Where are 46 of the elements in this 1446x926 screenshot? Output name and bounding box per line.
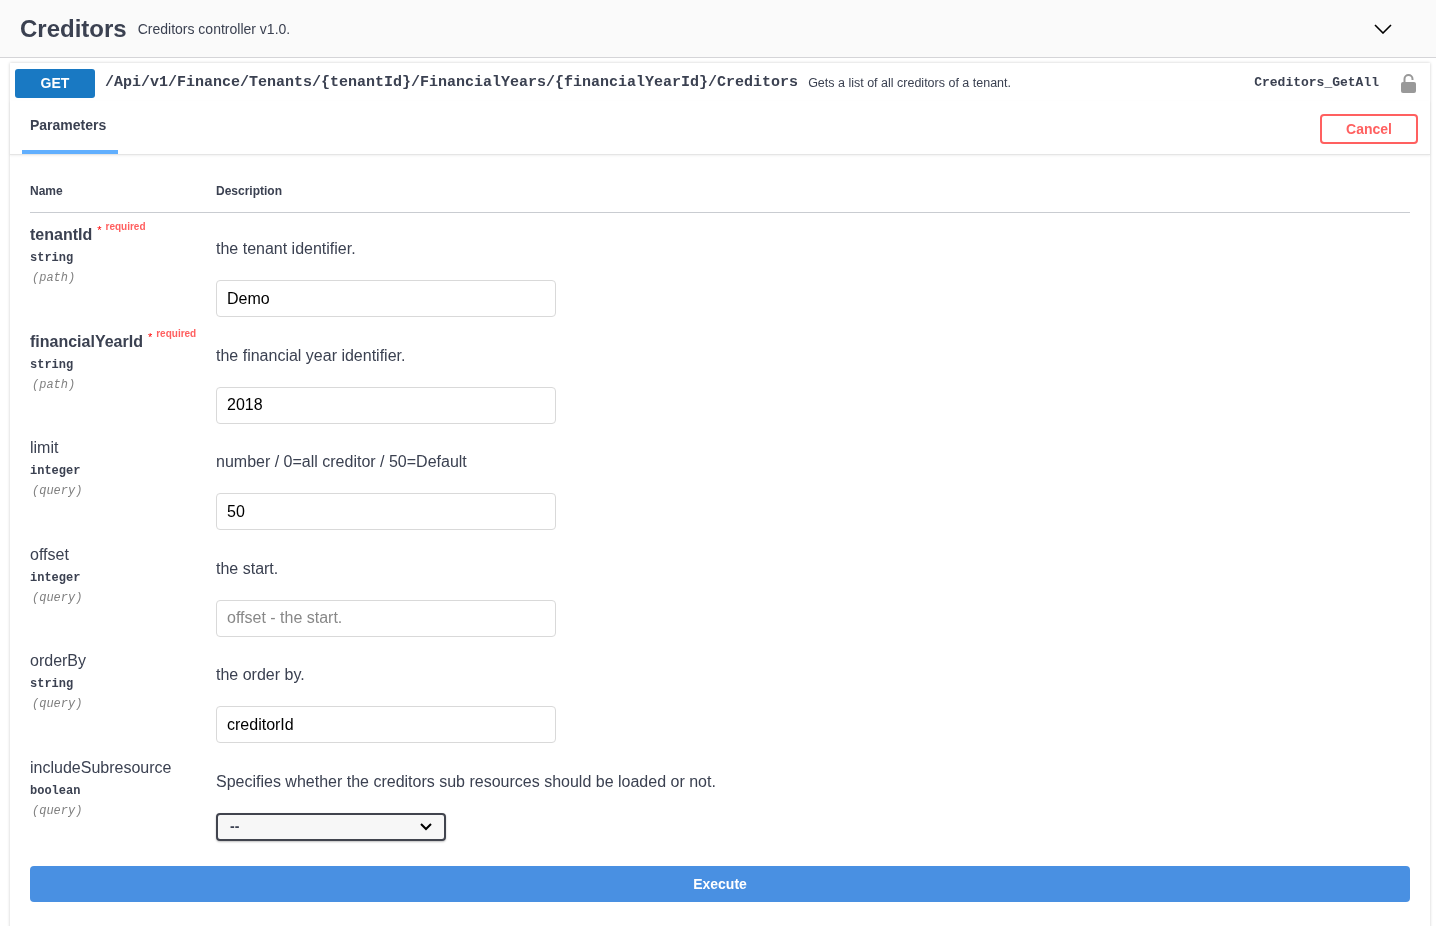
chevron-down-icon[interactable] bbox=[1374, 23, 1392, 34]
parameter-input[interactable]: Demo bbox=[216, 280, 556, 317]
parameter-location: (path) bbox=[32, 376, 77, 394]
parameter-type: boolean bbox=[30, 782, 82, 800]
parameter-type: integer bbox=[30, 463, 82, 480]
parameter-type: string bbox=[30, 250, 75, 267]
required-asterisk-label: * bbox=[97, 223, 102, 238]
required-label: required bbox=[156, 326, 197, 341]
column-header: Name bbox=[30, 183, 64, 200]
parameter-description: the financial year identifier. bbox=[216, 345, 407, 366]
boolean-select[interactable]: -- bbox=[216, 812, 446, 841]
parameter-name: orderBy bbox=[30, 651, 87, 671]
parameter-description: Specifies whether the creditors sub resources should be loaded or not. bbox=[216, 771, 716, 792]
parameter-name: includeSubresource bbox=[30, 757, 172, 778]
parameter-input[interactable]: 50 bbox=[216, 493, 556, 530]
parameter-name: tenantId bbox=[30, 225, 93, 245]
parameter-location: (query) bbox=[32, 802, 84, 820]
method-badge: GET bbox=[15, 68, 95, 98]
parameter-name: limit bbox=[30, 438, 59, 458]
parameter-name: financialYearId bbox=[30, 331, 143, 352]
parameter-type: string bbox=[30, 356, 75, 374]
parameter-input[interactable]: offset - the start. bbox=[216, 599, 556, 637]
padlock-icon[interactable] bbox=[1401, 73, 1416, 93]
endpoint-summary: Gets a list of all creditors of a tenant. bbox=[808, 74, 1011, 92]
required-label: required bbox=[105, 220, 146, 234]
parameter-location: (path) bbox=[32, 270, 77, 287]
endpoint-path: /Api/v1/Finance/Tenants/{tenantId}/FinancialYears/{financialYearId}/Creditors bbox=[105, 72, 799, 93]
section-description: Creditors controller v1.0. bbox=[137, 20, 291, 39]
chevron-down-icon bbox=[420, 822, 432, 831]
section-title: Creditors bbox=[20, 13, 127, 44]
parameter-name: offset bbox=[30, 544, 69, 565]
parameter-input[interactable]: 2018 bbox=[216, 386, 556, 424]
parameter-description: the order by. bbox=[216, 665, 306, 685]
operation-id: Creditors_GetAll bbox=[1254, 74, 1379, 93]
parameter-type: string bbox=[30, 676, 75, 693]
column-header: Description bbox=[216, 183, 282, 200]
parameters-tab[interactable]: Parameters bbox=[22, 113, 118, 154]
parameter-location: (query) bbox=[32, 696, 84, 713]
parameter-input[interactable]: creditorId bbox=[216, 706, 556, 743]
parameter-location: (query) bbox=[32, 483, 84, 500]
parameter-location: (query) bbox=[32, 589, 84, 607]
parameter-description: the start. bbox=[216, 558, 280, 579]
parameter-description: the tenant identifier. bbox=[216, 239, 357, 259]
parameter-description: number / 0=all creditor / 50=Default bbox=[216, 452, 468, 472]
required-asterisk-label: * bbox=[147, 329, 153, 345]
parameter-type: integer bbox=[30, 569, 82, 587]
